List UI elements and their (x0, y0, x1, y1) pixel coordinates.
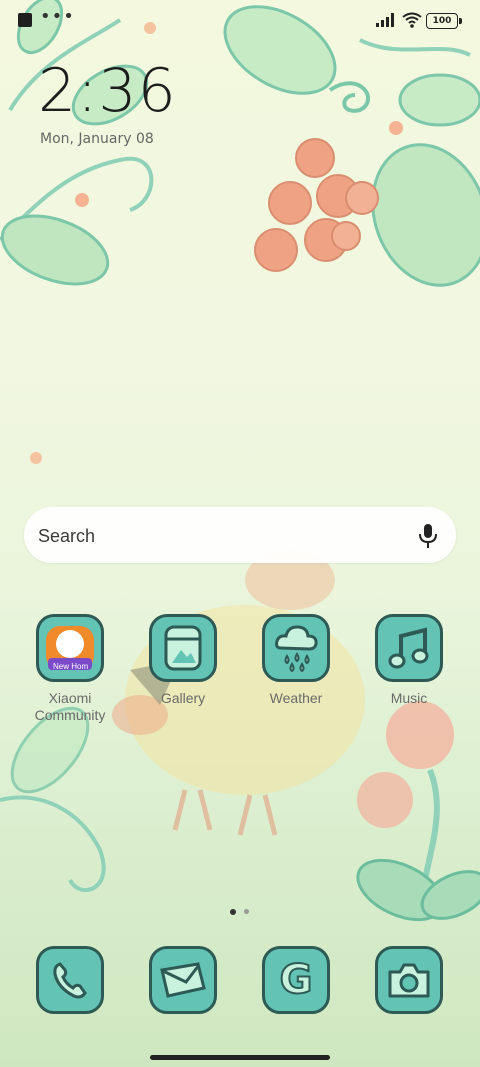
page-indicator-active[interactable] (230, 909, 236, 915)
battery-level: 100 (432, 16, 452, 26)
wifi-icon (402, 12, 422, 28)
search-placeholder: Search (38, 526, 96, 546)
notification-square-icon (18, 13, 32, 27)
camera-app[interactable] (375, 946, 443, 1014)
gallery-app[interactable] (149, 614, 217, 682)
community-badge-text: New Hom (53, 662, 89, 671)
signal-icon (376, 13, 394, 27)
weather-app[interactable] (262, 614, 330, 682)
app-label-weather: Weather (269, 690, 323, 706)
music-app[interactable] (375, 614, 443, 682)
camera-icon (388, 963, 430, 998)
messages-app[interactable] (149, 946, 217, 1014)
microphone-icon[interactable] (418, 523, 438, 549)
weather-icon (275, 625, 318, 672)
google-icon: G (279, 956, 314, 1004)
home-gesture-bar[interactable] (150, 1055, 330, 1060)
page-indicator-inactive[interactable] (244, 909, 249, 914)
app-label-gallery: Gallery (160, 690, 206, 706)
more-notifications-icon: ••• (40, 6, 75, 27)
clock-date[interactable]: Mon, January 08 (40, 131, 154, 147)
phone-app[interactable] (36, 946, 104, 1014)
google-app[interactable]: G (262, 946, 330, 1014)
xiaomi-community-app[interactable] (36, 614, 104, 682)
messages-icon (160, 962, 206, 998)
gallery-icon (164, 625, 202, 671)
status-bar: ••• 100 (0, 0, 480, 40)
app-label-music: Music (390, 690, 428, 706)
battery-indicator: 100 (426, 13, 462, 29)
clock-time[interactable]: 2:36 (38, 56, 177, 126)
phone-icon (53, 962, 87, 999)
app-label-xiaomi-community: Xiaomi Community (34, 690, 106, 723)
music-icon (388, 627, 429, 669)
